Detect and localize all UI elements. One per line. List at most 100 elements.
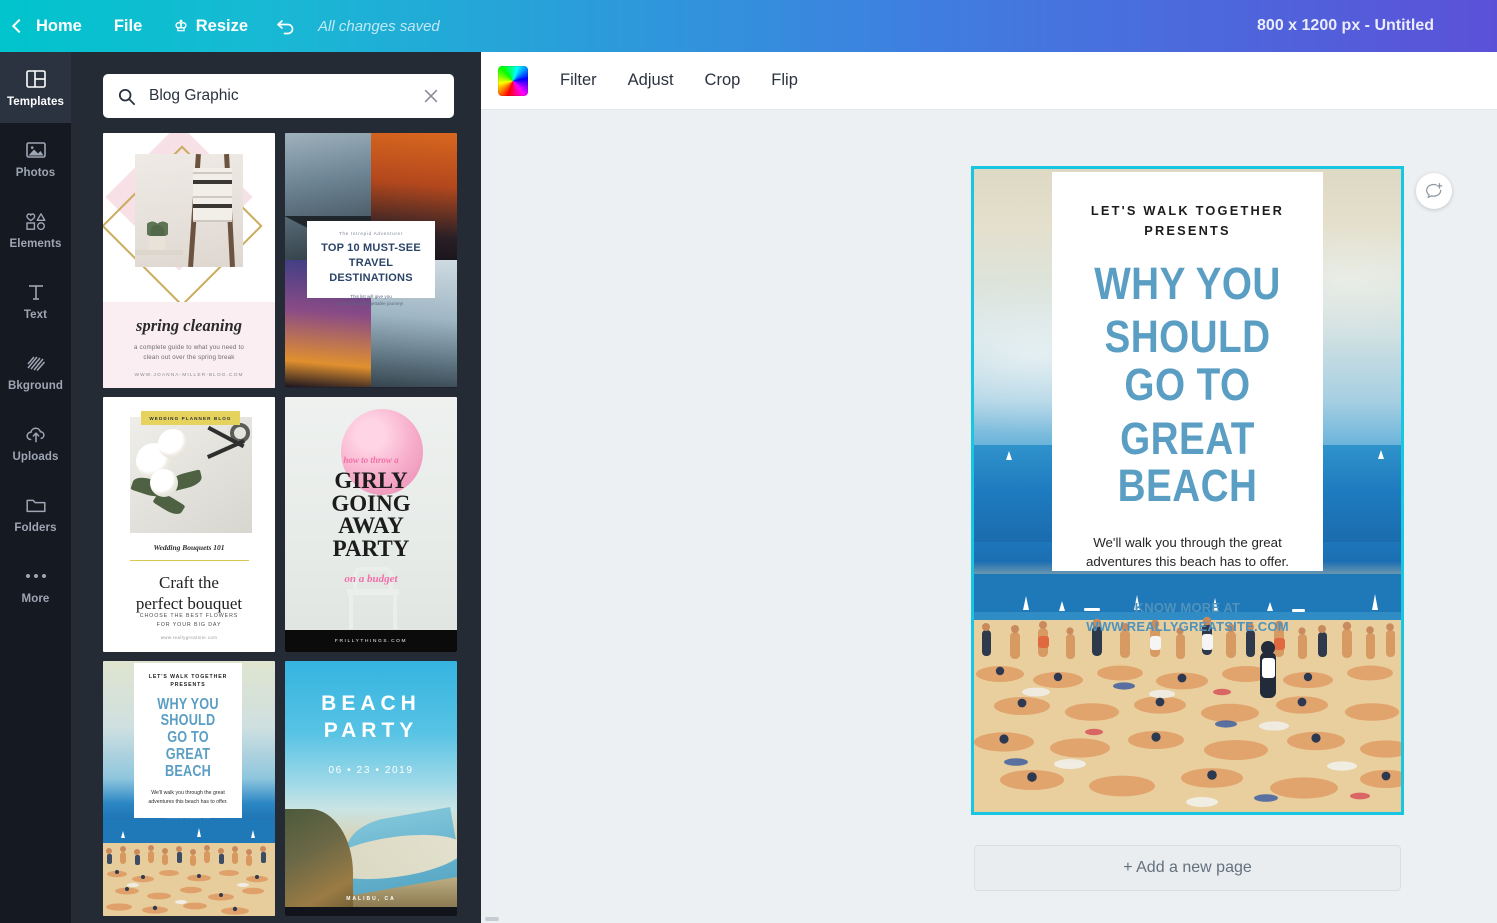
sidebar-item-label: Text [24,309,47,321]
design-title-line3: GREAT BEACH [1092,415,1284,510]
template-photo [130,417,252,533]
sidebar-item-text[interactable]: Text [0,265,71,336]
template-card-girly-going-away-party[interactable]: how to throw a GIRLY GOING AWAY PARTY on… [285,397,457,652]
design-title-line2: SHOULD GO TO [1092,313,1284,408]
add-new-page-button[interactable]: + Add a new page [974,845,1401,891]
template-title: GIRLY GOING AWAY PARTY [285,470,457,560]
sidebar-item-label: More [22,593,50,605]
sidebar-item-background[interactable]: Bkground [0,336,71,407]
horizontal-scrollbar[interactable] [481,917,1497,923]
sidebar-item-label: Elements [10,238,62,250]
template-date: 06 • 23 • 2019 [285,765,457,776]
document-title: 800 x 1200 px - Untitled [1257,0,1434,52]
template-card-wedding-bouquet[interactable]: WEDDING PLANNER BLOG Wedding Bouquets 10… [103,397,275,652]
crowd-photo [103,819,275,916]
search-input[interactable] [136,87,422,105]
template-pretitle: how to throw a [285,455,457,465]
sidebar-item-label: Folders [14,522,56,534]
editor-toolbar: Filter Adjust Crop Flip [481,52,1497,110]
sidebar-item-label: Photos [16,167,56,179]
template-title: WHY YOU SHOULD GO TO GREAT BEACH [150,697,225,781]
design-text-card[interactable]: LET'S WALK TOGETHER PRESENTS WHY YOU SHO… [1052,172,1323,571]
sailboat-icon [1006,451,1012,460]
tab-adjust[interactable]: Adjust [614,64,688,97]
design-body-line2: adventures this beach has to offer. [1076,552,1299,571]
more-icon [26,564,46,588]
template-title: Craft the perfect bouquet [103,572,275,615]
template-subtitle: a complete guide to what you need to cle… [103,343,275,362]
left-rail: Templates Photos Elements Text [0,52,71,923]
close-icon[interactable] [422,87,440,105]
design-cta-line2: WWW.REALLYGREATSITE.COM [1076,617,1299,637]
template-subtitle: This list will give you your next unforg… [307,293,435,309]
template-card-great-beach[interactable]: LET'S WALK TOGETHER PRESENTS WHY YOU SHO… [103,661,275,916]
template-card-beach-party[interactable]: BEACH PARTY 06 • 23 • 2019 MALIBU, CA [285,661,457,916]
template-text-card: LET'S WALK TOGETHER PRESENTS WHY YOU SHO… [134,663,242,818]
template-footer: FRILLYTHINGS.COM [285,630,457,652]
sailboat-icon [1378,450,1384,459]
top-bar: Home File ♔ Resize All changes saved 800… [0,0,1497,52]
tab-flip[interactable]: Flip [757,64,812,97]
home-label: Home [36,17,82,36]
template-photo [135,154,243,267]
template-card-travel-destinations[interactable]: The Intrepid Adventurer TOP 10 MUST-SEE … [285,133,457,388]
undo-button[interactable] [264,0,308,52]
design-pretitle-line1: LET'S WALK TOGETHER [1076,201,1299,221]
add-comment-button[interactable] [1416,173,1452,209]
template-body: We'll walk you through the great adventu… [142,789,234,806]
tab-filter[interactable]: Filter [546,64,611,97]
canvas-area: LET'S WALK TOGETHER PRESENTS WHY YOU SHO… [481,110,1497,923]
folders-icon [24,493,48,517]
template-card-spring-cleaning[interactable]: spring cleaning a complete guide to what… [103,133,275,388]
tab-crop[interactable]: Crop [691,64,755,97]
resize-button[interactable]: ♔ Resize [158,0,264,52]
divider [130,560,249,561]
template-caption: Wedding Bouquets 101 [103,543,275,552]
design-title-line1: WHY YOU [1092,260,1284,308]
chevron-left-icon [12,19,26,33]
sidebar-item-uploads[interactable]: Uploads [0,407,71,478]
template-text-box: The Intrepid Adventurer TOP 10 MUST-SEE … [307,221,435,298]
template-title: TOP 10 MUST-SEE TRAVEL DESTINATIONS [307,241,435,286]
design-canvas-page[interactable]: LET'S WALK TOGETHER PRESENTS WHY YOU SHO… [974,169,1401,812]
template-tag: WEDDING PLANNER BLOG [141,411,240,425]
sidebar-item-label: Uploads [12,451,58,463]
file-menu-button[interactable]: File [98,0,158,52]
uploads-icon [24,422,48,446]
home-button[interactable]: Home [0,0,98,52]
crown-icon: ♔ [174,19,187,34]
sidebar-item-folders[interactable]: Folders [0,478,71,549]
elements-icon [24,209,48,233]
sidebar-item-photos[interactable]: Photos [0,123,71,194]
template-url: WWW.JOANNA-MILLER-BLOG.COM [103,373,275,378]
photos-icon [24,138,48,162]
template-title: spring cleaning [103,316,275,336]
comment-add-icon [1424,181,1444,201]
templates-panel: spring cleaning a complete guide to what… [71,52,481,923]
color-swatch-icon[interactable] [498,66,528,96]
beach-crowd-illustration [103,819,275,916]
sidebar-item-templates[interactable]: Templates [0,52,71,123]
template-footer: MALIBU, CA [285,896,457,902]
template-grid: spring cleaning a complete guide to what… [103,133,458,916]
template-pretitle: The Intrepid Adventurer [307,231,435,236]
template-subtitle: CHOOSE THE BEST FLOWERS FOR YOUR BIG DAY [103,612,275,630]
design-cta-line1: KNOW MORE AT [1076,598,1299,618]
text-icon [24,280,48,304]
template-subtitle: on a budget [285,573,457,585]
template-pretitle: LET'S WALK TOGETHER PRESENTS [142,673,234,690]
template-text-band: spring cleaning a complete guide to what… [103,302,275,388]
save-status: All changes saved [318,18,440,35]
sidebar-item-label: Bkground [8,380,63,392]
search-box[interactable] [103,74,454,118]
templates-icon [24,67,48,91]
sidebar-item-label: Templates [7,96,64,108]
search-icon [117,87,136,106]
template-title: BEACH PARTY [285,691,457,745]
sidebar-item-more[interactable]: More [0,549,71,620]
sidebar-item-elements[interactable]: Elements [0,194,71,265]
template-url: www.reallygreatsite.com [103,635,275,640]
resize-label: Resize [196,17,248,36]
bottom-bar [285,907,457,916]
file-label: File [114,17,142,36]
